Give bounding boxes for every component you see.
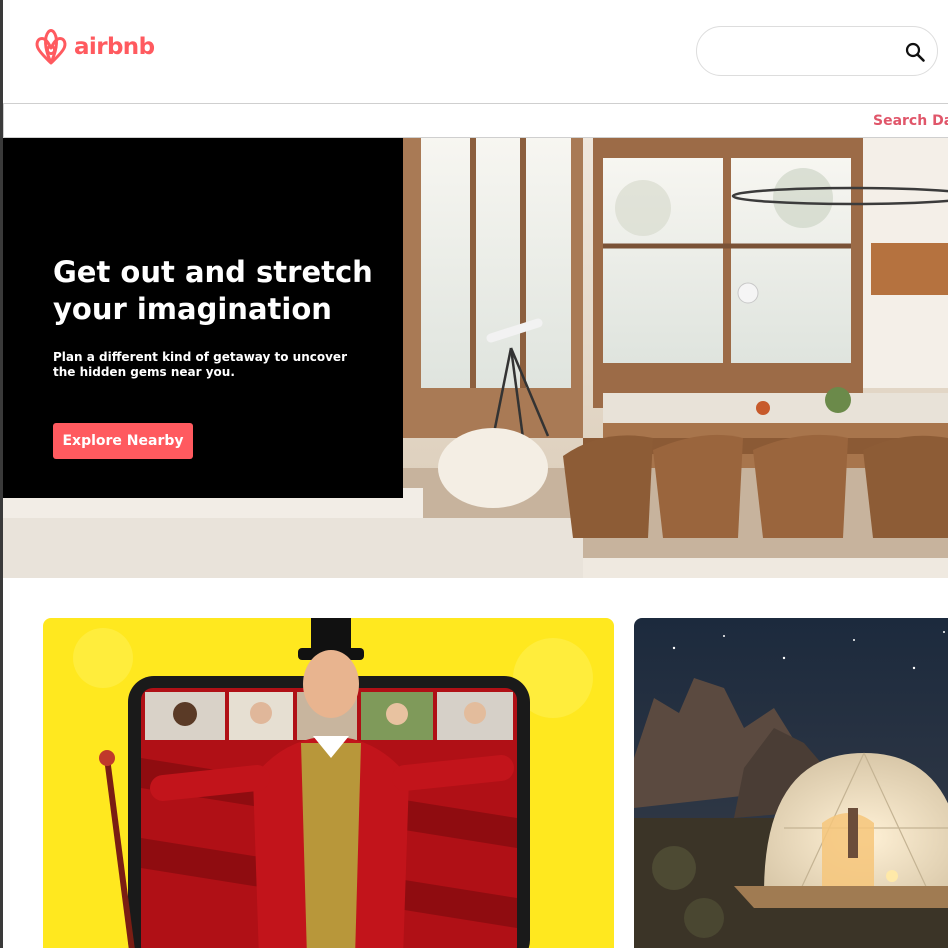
logo-text: airbnb [74, 34, 155, 60]
page: airbnb Search Dat [0, 0, 948, 948]
online-experiences-card[interactable] [43, 618, 614, 948]
airbnb-logo-icon [35, 29, 67, 65]
airbnb-logo-link[interactable]: airbnb [33, 27, 155, 67]
hero-section: Get out and stretch your imagination Pla… [3, 138, 948, 578]
search-icon[interactable] [904, 41, 926, 63]
hero-subtitle: Plan a different kind of getaway to unco… [53, 350, 347, 379]
search-box[interactable] [696, 26, 938, 76]
sub-navigation: Search Dat [3, 103, 948, 138]
search-input[interactable] [715, 39, 889, 65]
search-dates-link[interactable]: Search Dat [873, 113, 948, 129]
hero-title: Get out and stretch your imagination [53, 255, 373, 326]
unique-stays-image [634, 618, 948, 948]
top-header: airbnb [3, 0, 948, 103]
hero-panel: Get out and stretch your imagination Pla… [3, 138, 403, 498]
unique-stays-card[interactable] [634, 618, 948, 948]
explore-nearby-button[interactable]: Explore Nearby [53, 423, 193, 459]
online-experiences-image [43, 618, 614, 948]
